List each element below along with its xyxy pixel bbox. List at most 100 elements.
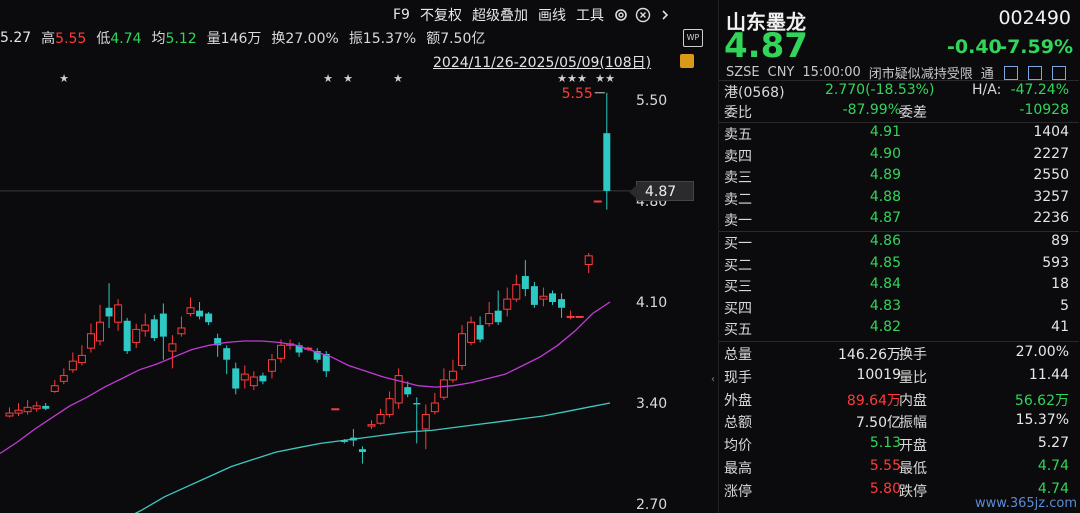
y-tick-label: 2.70	[636, 497, 667, 513]
candle-body	[512, 284, 521, 300]
ask-label: 卖五	[724, 127, 752, 143]
candle	[42, 403, 50, 411]
candle-body	[77, 354, 86, 364]
event-markers: ★ ★ ★ ★ ★ ★ ★ ★ ★	[59, 72, 615, 85]
bid-row[interactable]: 买二 4.85 593	[719, 255, 1079, 277]
ask-row[interactable]: 卖二 4.88 3257	[719, 189, 1079, 211]
bid-row[interactable]: 买五 4.82 41	[719, 319, 1079, 341]
candle-body	[358, 449, 366, 453]
stat-label: 量比	[899, 369, 927, 386]
add-icon[interactable]	[1051, 65, 1066, 80]
ask-label: 卖三	[724, 170, 752, 187]
star-icon: ★	[577, 72, 587, 85]
y-tick-label: 3.40	[636, 396, 667, 412]
edit-icon[interactable]	[1003, 65, 1018, 80]
candle-body	[132, 328, 141, 343]
open-value: 5.27	[0, 30, 32, 46]
weibi-value: -87.99%	[842, 102, 901, 118]
menu-f9[interactable]: F9	[388, 7, 415, 23]
bid-volume: 5	[1060, 297, 1069, 314]
menu-no-adjust[interactable]: 不复权	[415, 5, 467, 25]
bid-row[interactable]: 买四 4.83 5	[719, 298, 1079, 320]
candle-body	[421, 414, 430, 430]
ask-price: 4.89	[869, 167, 901, 184]
candle	[267, 353, 276, 379]
wp-icon[interactable]: WP	[683, 29, 703, 47]
stat-value: 5.13	[869, 435, 901, 452]
bid-row[interactable]: 买三 4.84 18	[719, 276, 1079, 298]
window-icon[interactable]	[1027, 65, 1042, 80]
stat-label: 振幅	[899, 415, 927, 432]
candle-body	[521, 276, 529, 290]
candle	[439, 368, 448, 401]
divider	[719, 231, 1079, 232]
candle	[50, 379, 59, 393]
menu-super-overlay[interactable]: 超级叠加	[467, 5, 533, 25]
ask-volume: 2227	[1033, 145, 1069, 162]
stat-label: 内盘	[899, 392, 927, 409]
stat-label: 换手	[899, 347, 927, 363]
ask-row[interactable]: 卖四 4.90 2227	[719, 146, 1079, 168]
stat-value: 5.55	[869, 458, 901, 474]
volume-info: 量146万	[206, 31, 262, 47]
candle	[132, 323, 141, 349]
candle	[593, 200, 602, 203]
ma-short-line	[0, 301, 611, 455]
bid-row[interactable]: 买一 4.86 89	[719, 233, 1079, 255]
weicha-label: 委差	[899, 105, 927, 121]
candle-body	[177, 327, 186, 335]
stat-value: 56.62万	[1014, 392, 1069, 409]
candle-body	[430, 402, 439, 413]
stat-row: 均价 5.13 开盘 5.27	[719, 435, 1079, 457]
candle	[376, 408, 385, 425]
candle	[385, 391, 394, 418]
hk-quote-row[interactable]: 港(0568) 2.770(-18.53%) H/A: -47.24%	[719, 80, 1079, 101]
price-change: -0.40	[947, 36, 1002, 58]
stat-label: 最低	[899, 461, 927, 477]
candle-body	[186, 307, 195, 315]
candle	[86, 323, 95, 353]
settings-gear-icon[interactable]	[611, 5, 631, 25]
ask-volume: 3257	[1033, 188, 1069, 205]
menu-tools[interactable]: 工具	[571, 5, 609, 25]
candle-body	[14, 409, 23, 414]
candle	[150, 314, 158, 341]
candle	[177, 316, 186, 337]
ask-price: 4.88	[869, 188, 901, 205]
candle	[159, 303, 167, 360]
ask-label: 卖四	[724, 148, 752, 165]
ha-value: -47.24%	[1010, 82, 1069, 98]
candle-body	[448, 370, 457, 381]
high-value: 5.55	[55, 31, 87, 47]
candle-body	[114, 304, 123, 323]
candle-body	[458, 333, 466, 366]
chevron-right-icon[interactable]	[655, 5, 675, 25]
weibi-label: 委比	[724, 105, 752, 121]
star-icon: ★	[605, 72, 615, 85]
bid-label: 买四	[724, 300, 752, 317]
candle	[313, 348, 321, 363]
ask-row[interactable]: 卖一 4.87 2236	[719, 210, 1079, 232]
ask-row[interactable]: 卖三 4.89 2550	[719, 167, 1079, 189]
ha-label: H/A:	[972, 82, 1002, 98]
collapse-handle-icon[interactable]: ‹	[708, 365, 718, 395]
candle-body	[530, 286, 538, 305]
lock-icon[interactable]	[680, 54, 694, 68]
candles	[5, 92, 611, 464]
ask-row[interactable]: 卖五 4.91 1404	[719, 124, 1079, 146]
candle	[223, 345, 231, 375]
stat-value: 4.74	[1037, 458, 1069, 474]
menu-draw-line[interactable]: 画线	[533, 5, 571, 25]
candle-body	[566, 315, 575, 318]
candle	[539, 287, 548, 307]
candle-body	[404, 387, 412, 395]
candle-body	[240, 373, 249, 381]
y-tick-label: 5.50	[636, 93, 667, 109]
candle-body	[467, 321, 476, 343]
stat-value: 10019	[856, 366, 901, 383]
price-change-percent: -7.59%	[999, 36, 1073, 58]
stat-value: 5.27	[1037, 435, 1069, 452]
stat-label: 均价	[724, 438, 752, 455]
candlestick-chart[interactable]: ★ ★ ★ ★ ★ ★ ★ ★ ★ 5.504.804.103.402.70 5.55	[0, 68, 705, 513]
close-icon[interactable]	[633, 5, 653, 25]
